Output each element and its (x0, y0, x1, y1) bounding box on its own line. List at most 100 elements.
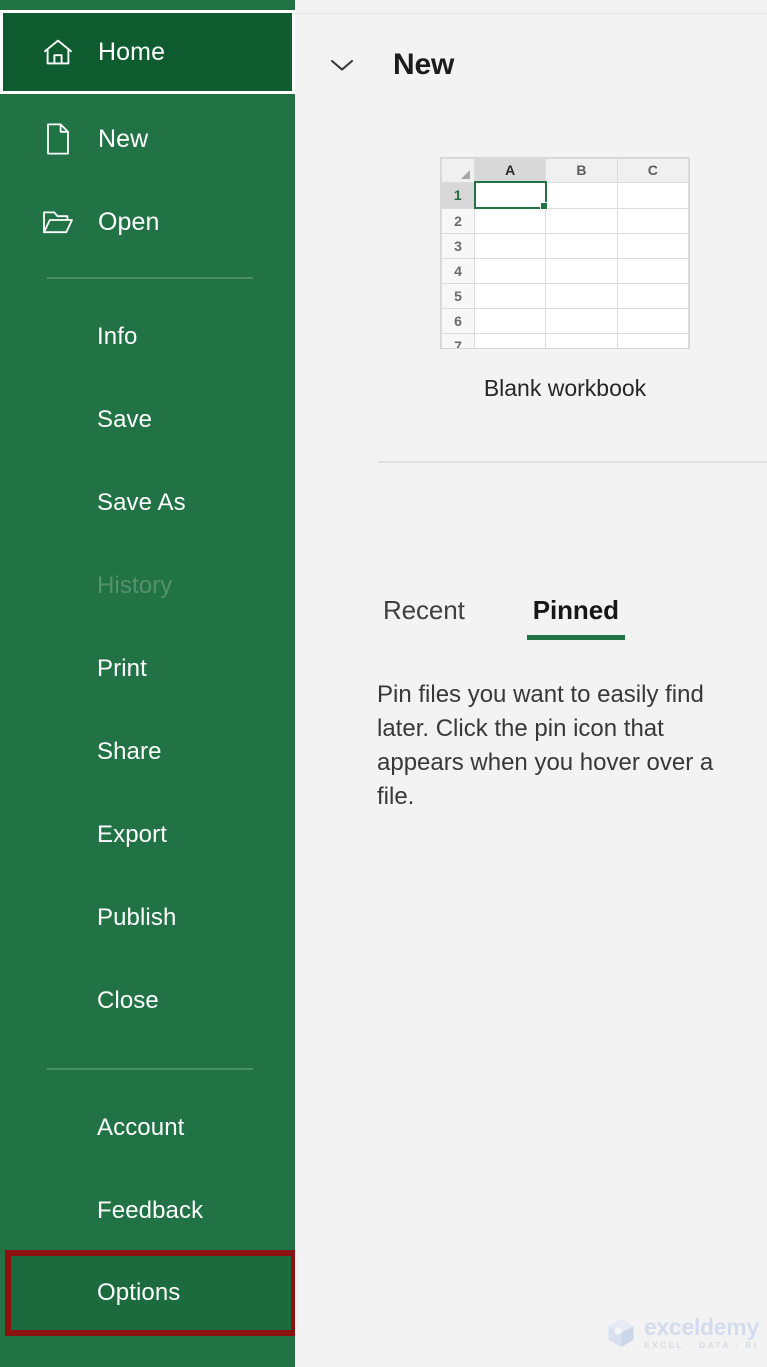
corner-triangle-icon (461, 169, 470, 179)
sidebar-item-close[interactable]: Close (0, 971, 295, 1031)
sidebar-item-label: Close (97, 987, 159, 1014)
grid-cell (545, 308, 618, 334)
grid-cell (473, 308, 547, 334)
grid-row: 4 (441, 258, 689, 284)
template-caption: Blank workbook (483, 375, 647, 401)
sidebar-item-info[interactable]: Info (0, 307, 295, 367)
sidebar-item-account[interactable]: Account (0, 1098, 295, 1158)
folder-open-icon (40, 202, 76, 242)
grid-cell (545, 283, 618, 309)
grid-cell (616, 283, 689, 309)
sidebar-divider-top (47, 277, 253, 279)
row-header: 2 (441, 207, 475, 234)
grid-cell (616, 207, 689, 234)
row-header: 4 (441, 258, 475, 284)
grid-cell (473, 207, 547, 234)
document-icon (40, 119, 76, 159)
tab-recent[interactable]: Recent (377, 595, 471, 640)
grid-cell (473, 333, 547, 348)
column-header: B (545, 158, 618, 183)
watermark-name: exceldemy (644, 1314, 759, 1340)
grid-cell (616, 181, 689, 209)
sidebar-item-label: Feedback (97, 1197, 204, 1224)
row-header: 6 (441, 308, 475, 334)
sidebar-item-new[interactable]: New (0, 97, 295, 181)
excel-backstage-view: Home New Open Info Save Save As History … (0, 0, 767, 1367)
grid-cell (545, 233, 618, 259)
sidebar-item-save[interactable]: Save (0, 390, 295, 450)
active-tab-indicator (526, 635, 625, 640)
fill-handle (539, 202, 548, 210)
content-divider (378, 461, 767, 463)
exceldemy-watermark: exceldemy EXCEL · DATA · BI (607, 1316, 759, 1350)
column-header: A (473, 158, 547, 183)
sidebar-item-label: Save As (97, 489, 186, 516)
sidebar-item-share[interactable]: Share (0, 722, 295, 782)
sidebar-item-label: Publish (97, 904, 177, 931)
row-header: 1 (441, 181, 475, 209)
sidebar-item-label: Options (97, 1279, 181, 1306)
grid-cell (616, 233, 689, 259)
grid-row: 1 (441, 181, 689, 210)
sidebar-item-open[interactable]: Open (0, 180, 295, 264)
file-list-tabs: Recent Pinned (377, 595, 625, 640)
backstage-sidebar: Home New Open Info Save Save As History … (0, 0, 297, 1367)
grid-row: 5 (441, 283, 689, 309)
sidebar-item-label: Print (97, 655, 147, 682)
tab-pinned[interactable]: Pinned (526, 595, 625, 640)
watermark-text: exceldemy EXCEL · DATA · BI (644, 1314, 759, 1351)
tab-label: Pinned (532, 595, 619, 625)
sidebar-item-label: History (97, 572, 173, 599)
row-header: 7 (441, 333, 475, 348)
sidebar-item-label: Save (97, 406, 153, 433)
grid-cell (616, 258, 689, 284)
grid-cell (545, 207, 618, 234)
grid-row: 2 (441, 207, 689, 234)
backstage-content: New A B C 1 2 3 4 5 6 7 Blank workbook R… (295, 0, 767, 1367)
grid-row: 7 (441, 333, 689, 348)
tab-label: Recent (383, 595, 465, 625)
row-header: 5 (441, 283, 475, 309)
chevron-down-icon[interactable] (325, 48, 359, 82)
sidebar-item-label: Open (98, 207, 160, 236)
grid-cell (473, 258, 547, 284)
row-header: 3 (441, 233, 475, 259)
grid-row: 6 (441, 308, 689, 334)
sidebar-item-feedback[interactable]: Feedback (0, 1181, 295, 1241)
sidebar-item-options[interactable]: Options (11, 1256, 291, 1330)
grid-cell (473, 283, 547, 309)
grid-cell (545, 258, 618, 284)
select-all-corner (441, 158, 475, 183)
grid-cell (616, 308, 689, 334)
grid-cell (545, 333, 618, 348)
home-icon (40, 32, 76, 72)
watermark-tagline: EXCEL · DATA · BI (644, 1340, 759, 1350)
page-header: New (325, 48, 454, 82)
content-top-rule (295, 13, 767, 14)
sidebar-item-export[interactable]: Export (0, 805, 295, 865)
sidebar-item-label: Home (98, 37, 166, 66)
spreadsheet-grid-preview: A B C 1 2 3 4 5 6 7 (441, 158, 689, 348)
template-blank-workbook[interactable]: A B C 1 2 3 4 5 6 7 Blank workbook (440, 157, 690, 402)
workbook-thumbnail: A B C 1 2 3 4 5 6 7 (440, 157, 690, 349)
sidebar-item-publish[interactable]: Publish (0, 888, 295, 948)
sidebar-divider-bottom (47, 1068, 253, 1070)
grid-cell (545, 181, 618, 209)
sidebar-item-label: Export (97, 821, 167, 848)
sidebar-item-print[interactable]: Print (0, 639, 295, 699)
pinned-empty-message: Pin files you want to easily find later.… (377, 681, 714, 810)
cube-logo-icon (607, 1318, 635, 1348)
sidebar-item-label: Share (97, 738, 162, 765)
grid-cell (473, 233, 547, 259)
page-title: New (393, 48, 455, 81)
sidebar-item-label: Account (97, 1114, 185, 1141)
grid-header-row: A B C (441, 158, 689, 183)
sidebar-item-history: History (0, 556, 295, 616)
sidebar-item-label: Info (97, 323, 138, 350)
grid-cell-a1 (473, 181, 548, 210)
sidebar-item-home[interactable]: Home (0, 10, 295, 94)
grid-row: 3 (441, 233, 689, 259)
grid-cell (616, 333, 689, 348)
column-header: C (616, 158, 689, 183)
sidebar-item-save-as[interactable]: Save As (0, 473, 295, 533)
